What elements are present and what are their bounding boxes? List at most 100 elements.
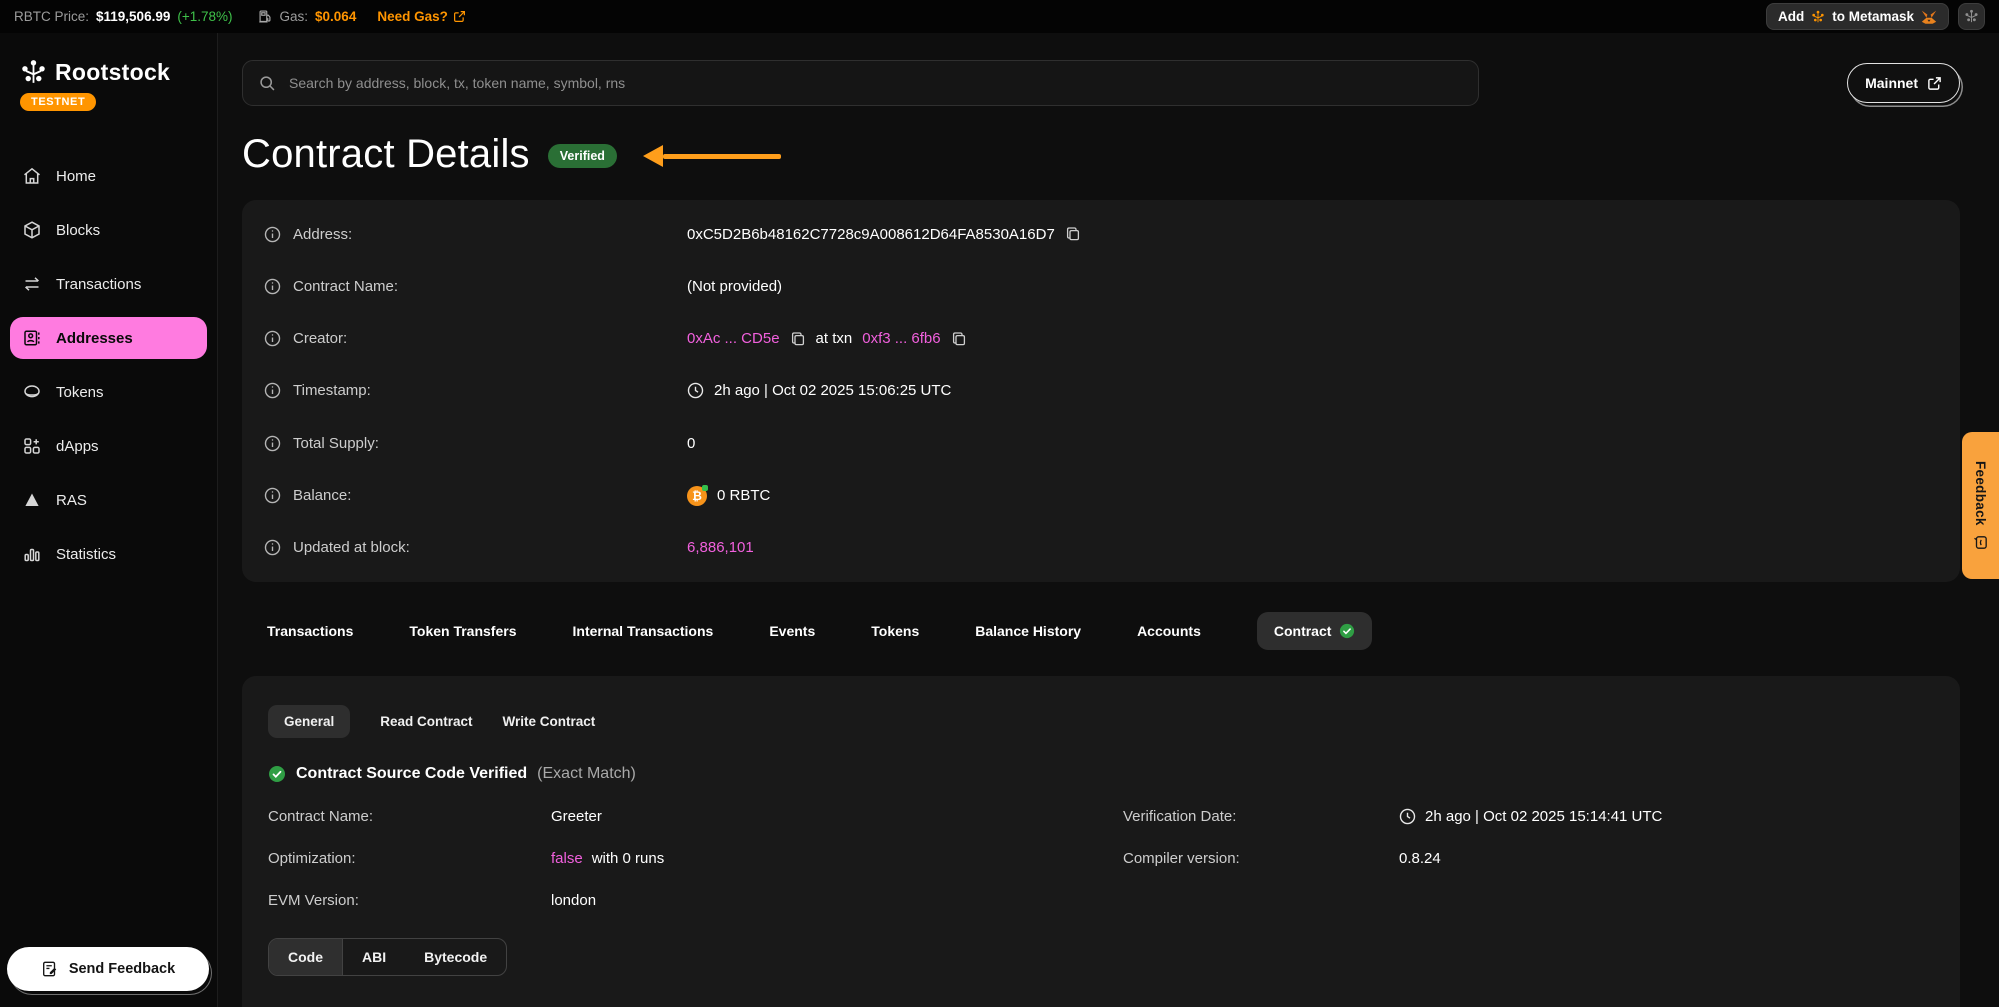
detail-row-total-supply: Total Supply: 0	[264, 430, 1938, 456]
copy-icon[interactable]	[1065, 226, 1081, 242]
info-icon	[264, 278, 281, 295]
contract-panel: General Read Contract Write Contract Con…	[242, 676, 1960, 1007]
tab-contract[interactable]: Contract	[1257, 612, 1373, 650]
verified-match-type: (Exact Match)	[537, 765, 636, 783]
creator-address-link[interactable]: 0xAc ... CD5e	[687, 330, 780, 347]
metamask-button-suffix: to Metamask	[1832, 9, 1914, 24]
subtab-general[interactable]: General	[268, 705, 350, 738]
address-card-icon	[22, 328, 42, 348]
rbtc-price-change: (+1.78%)	[177, 9, 232, 24]
search-box[interactable]	[242, 60, 1479, 106]
sidebar-item-ras[interactable]: RAS	[10, 479, 207, 521]
contract-name-value: Greeter	[551, 808, 602, 825]
detail-label: Creator:	[293, 330, 347, 347]
rootstock-flower-gray-icon	[1964, 9, 1979, 24]
sidebar-item-home[interactable]: Home	[10, 155, 207, 197]
field-label: Verification Date:	[1123, 808, 1399, 825]
search-icon	[259, 75, 276, 92]
sidebar-item-label: Tokens	[56, 384, 104, 401]
code-tab[interactable]: Code	[269, 939, 343, 975]
sidebar-item-blocks[interactable]: Blocks	[10, 209, 207, 251]
need-gas-link[interactable]: Need Gas?	[377, 9, 466, 24]
detail-label: Contract Name:	[293, 278, 398, 295]
verified-heading: Contract Source Code Verified	[296, 765, 527, 783]
balance-value: 0 RBTC	[717, 487, 770, 504]
copy-icon[interactable]	[951, 331, 967, 347]
sidebar-nav: Home Blocks Transactions Addresses Token…	[0, 155, 217, 575]
field-verification-date: Verification Date: 2h ago | Oct 02 2025 …	[1123, 804, 1662, 829]
sidebar-item-label: Transactions	[56, 276, 141, 293]
timestamp-value: 2h ago | Oct 02 2025 15:06:25 UTC	[714, 382, 951, 399]
total-supply-value: 0	[687, 435, 695, 452]
sidebar-item-tokens[interactable]: Tokens	[10, 371, 207, 413]
feedback-smiley-icon	[1973, 535, 1988, 550]
detail-row-creator: Creator: 0xAc ... CD5e at txn 0xf3 ... 6…	[264, 326, 1938, 352]
field-optimization: Optimization: false with 0 runs	[268, 846, 1123, 871]
contract-fields: Contract Name: Greeter Optimization: fal…	[268, 804, 1934, 913]
rbtc-price-value: $119,506.99	[96, 9, 170, 24]
check-circle-icon	[268, 765, 286, 783]
brand-name: Rootstock	[55, 59, 170, 86]
send-feedback-button[interactable]: Send Feedback	[7, 947, 209, 991]
mainnet-label: Mainnet	[1865, 75, 1918, 91]
detail-row-contract-name: Contract Name: (Not provided)	[264, 273, 1938, 299]
optimization-flag: false	[551, 850, 583, 867]
evm-version-value: london	[551, 892, 596, 909]
subtab-read-contract[interactable]: Read Contract	[380, 714, 472, 729]
info-icon	[264, 487, 281, 504]
mainnet-button[interactable]: Mainnet	[1847, 63, 1960, 103]
tab-contract-label: Contract	[1274, 623, 1332, 639]
tab-events[interactable]: Events	[769, 623, 815, 639]
clock-icon	[1399, 808, 1416, 825]
verification-date-value: 2h ago | Oct 02 2025 15:14:41 UTC	[1425, 808, 1662, 825]
sidebar-item-label: dApps	[56, 438, 99, 455]
detail-row-address: Address: 0xC5D2B6b48162C7728c9A008612D64…	[264, 221, 1938, 247]
external-link-icon	[1927, 76, 1942, 91]
tab-transactions[interactable]: Transactions	[267, 623, 353, 639]
coin-icon	[22, 382, 42, 402]
tab-balance-history[interactable]: Balance History	[975, 623, 1081, 639]
sidebar-item-transactions[interactable]: Transactions	[10, 263, 207, 305]
address-tabs: Transactions Token Transfers Internal Tr…	[242, 612, 1960, 650]
rootstock-network-button[interactable]	[1958, 3, 1985, 30]
sidebar-item-label: Statistics	[56, 546, 116, 563]
send-feedback-label: Send Feedback	[69, 961, 175, 977]
notepad-pen-icon	[41, 960, 59, 978]
home-icon	[22, 166, 42, 186]
tab-internal-transactions[interactable]: Internal Transactions	[573, 623, 714, 639]
subtab-write-contract[interactable]: Write Contract	[503, 714, 596, 729]
optimization-runs: with 0 runs	[592, 850, 665, 867]
bar-chart-icon	[22, 544, 42, 564]
detail-label: Updated at block:	[293, 539, 410, 556]
tab-token-transfers[interactable]: Token Transfers	[409, 623, 516, 639]
rbtc-price-label: RBTC Price:	[14, 9, 89, 24]
creation-tx-link[interactable]: 0xf3 ... 6fb6	[862, 330, 940, 347]
title-row: Contract Details Verified	[242, 130, 1960, 178]
bytecode-tab[interactable]: Bytecode	[405, 939, 506, 975]
field-label: Optimization:	[268, 850, 551, 867]
copy-icon[interactable]	[790, 331, 806, 347]
sidebar-item-label: Addresses	[56, 330, 133, 347]
search-input[interactable]	[287, 74, 1462, 92]
sidebar-item-statistics[interactable]: Statistics	[10, 533, 207, 575]
feedback-edge-tab[interactable]: Feedback	[1962, 432, 1999, 579]
info-icon	[264, 435, 281, 452]
rbtc-coin-icon: ₿	[687, 486, 707, 506]
testnet-badge: TESTNET	[20, 93, 96, 111]
sidebar-item-addresses[interactable]: Addresses	[10, 317, 207, 359]
abi-tab[interactable]: ABI	[343, 939, 405, 975]
rootstock-flower-icon	[1811, 10, 1825, 24]
topbar-actions: Add to Metamask	[1766, 3, 1985, 30]
tab-accounts[interactable]: Accounts	[1137, 623, 1201, 639]
code-view-tabs: Code ABI Bytecode	[268, 938, 507, 976]
detail-row-timestamp: Timestamp: 2h ago | Oct 02 2025 15:06:25…	[264, 378, 1938, 404]
contract-name-value: (Not provided)	[687, 278, 782, 295]
sidebar-item-dapps[interactable]: dApps	[10, 425, 207, 467]
tab-tokens[interactable]: Tokens	[871, 623, 919, 639]
field-label: Contract Name:	[268, 808, 551, 825]
updated-block-link[interactable]: 6,886,101	[687, 539, 754, 556]
brand[interactable]: Rootstock	[20, 59, 217, 86]
add-to-metamask-button[interactable]: Add to Metamask	[1766, 3, 1949, 30]
sidebar-item-label: RAS	[56, 492, 87, 509]
info-icon	[264, 330, 281, 347]
